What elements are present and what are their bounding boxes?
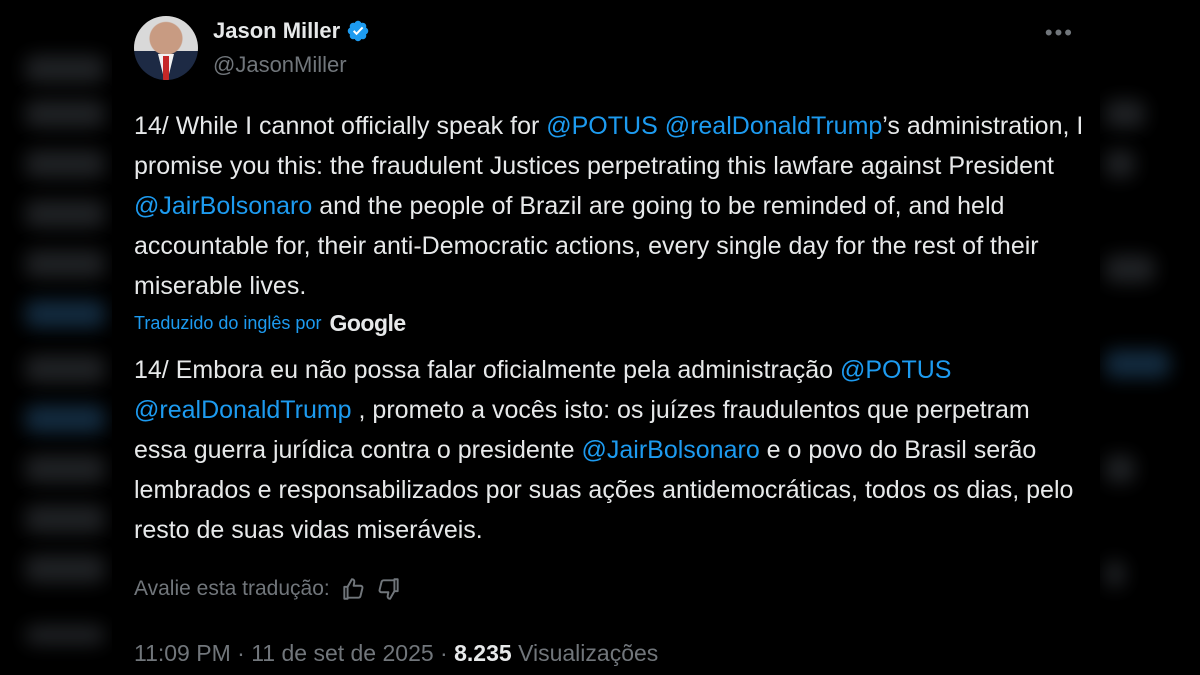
tweet-metadata: 11:09 PM · 11 de set de 2025 · 8.235 Vis… (134, 640, 658, 667)
mention-link[interactable]: @POTUS (840, 356, 952, 384)
translated-label[interactable]: Traduzido do inglês por (134, 313, 321, 334)
mention-link[interactable]: @realDonaldTrump (134, 396, 352, 424)
mention-link[interactable]: @JairBolsonaro (134, 192, 312, 220)
tweet-text-segment: 14/ While I cannot officially speak for (134, 112, 547, 140)
tweet-text-segment: 14/ Embora eu não possa falar oficialmen… (134, 356, 840, 384)
views-count: 8.235 (454, 640, 512, 666)
mention-link[interactable]: @POTUS (546, 112, 658, 140)
rate-translation: Avalie esta tradução: (134, 576, 402, 602)
tweet-text-segment (658, 112, 665, 140)
author-display-name[interactable]: Jason Miller (213, 18, 340, 44)
mention-link[interactable]: @JairBolsonaro (581, 436, 759, 464)
author-name-row: Jason Miller (213, 18, 370, 44)
author-handle[interactable]: @JasonMiller (213, 52, 347, 78)
google-logo: Google (329, 310, 406, 336)
verified-badge-icon (347, 20, 369, 42)
thumbs-down-icon[interactable] (376, 576, 402, 602)
tweet-time[interactable]: 11:09 PM (134, 640, 231, 666)
tweet-date[interactable]: 11 de set de 2025 (251, 640, 433, 666)
rate-translation-label: Avalie esta tradução: (134, 577, 330, 600)
tweet-original-text: 14/ While I cannot officially speak for … (134, 106, 1084, 306)
meta-separator: · (237, 640, 245, 666)
mention-link[interactable]: @realDonaldTrump (665, 112, 883, 140)
avatar[interactable] (134, 16, 198, 80)
tweet-card: Jason Miller @JasonMiller ••• 14/ While … (112, 0, 1100, 675)
more-options-icon[interactable]: ••• (1045, 20, 1074, 46)
views-label: Visualizações (518, 640, 659, 666)
meta-separator: · (440, 640, 448, 666)
translation-attribution: Traduzido do inglês por Google (134, 310, 406, 337)
tweet-translated-text: 14/ Embora eu não possa falar oficialmen… (134, 350, 1084, 550)
thumbs-up-icon[interactable] (340, 576, 366, 602)
